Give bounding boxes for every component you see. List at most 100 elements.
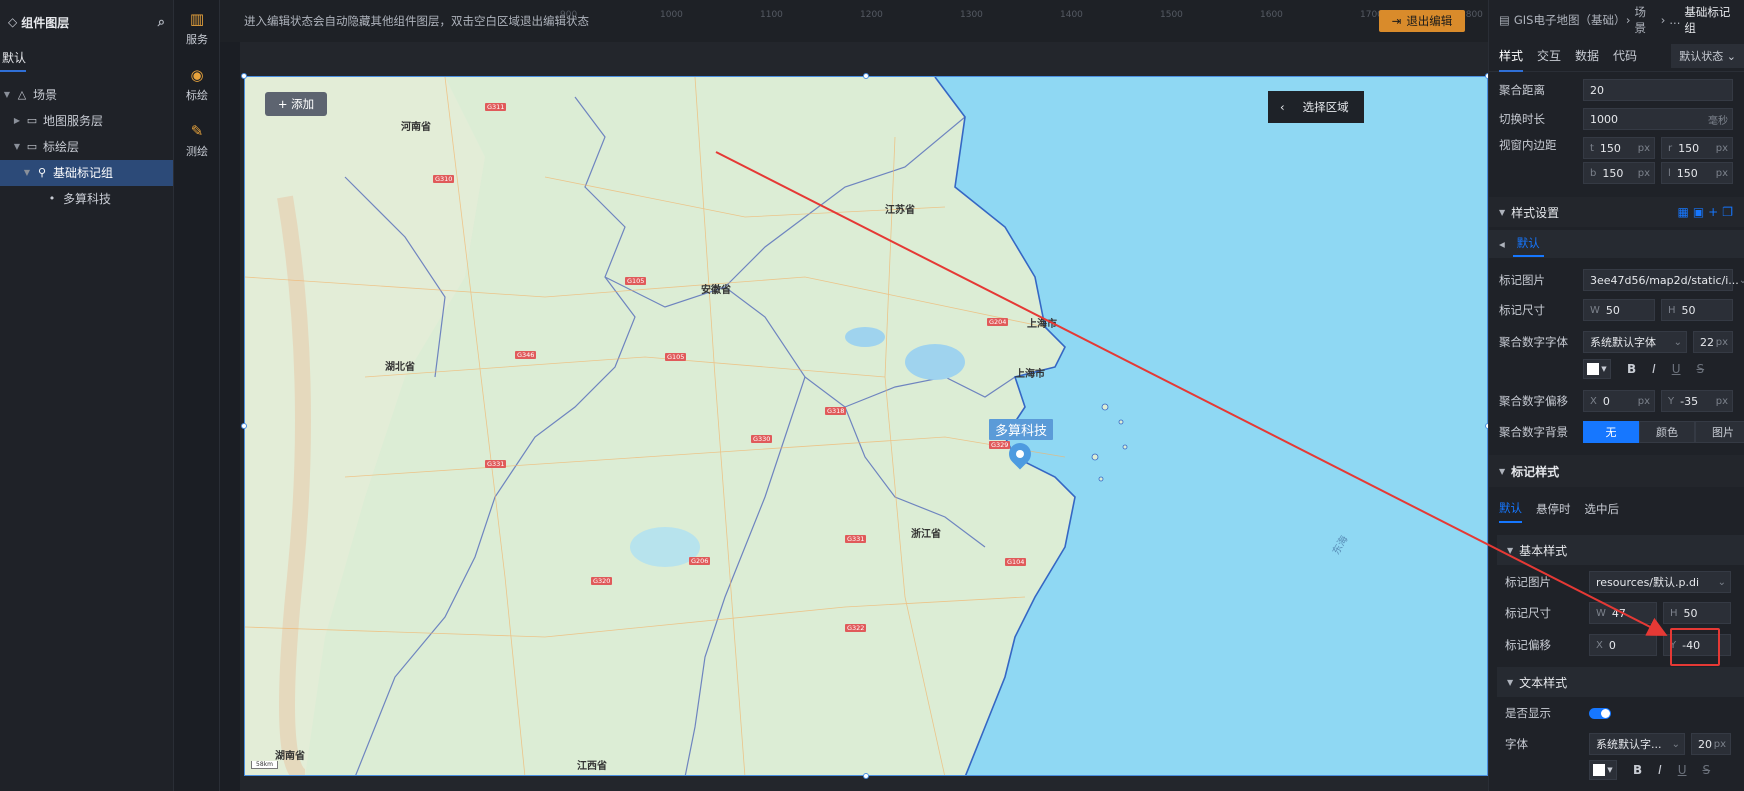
service-button[interactable]: ▥ 服务 bbox=[174, 0, 220, 56]
folder-icon: ▭ bbox=[26, 140, 38, 153]
resize-handle[interactable] bbox=[241, 423, 247, 429]
padding-unit: px bbox=[1637, 167, 1650, 179]
chevron-down-icon: ⌄ bbox=[1738, 274, 1744, 286]
state-dropdown[interactable]: 默认状态 ⌄ bbox=[1671, 43, 1744, 68]
marker-width-value: 50 bbox=[1605, 303, 1620, 317]
chevron-left-icon[interactable]: ◂ bbox=[1499, 237, 1505, 251]
padding-right-input[interactable]: r 150 px bbox=[1661, 137, 1733, 159]
font-size-unit: px bbox=[1715, 336, 1728, 348]
service-label: 服务 bbox=[186, 32, 208, 46]
style-tool-icons[interactable]: ▦▣+❐ bbox=[1678, 205, 1744, 219]
layer-item[interactable]: ▼ ⚲ 基础标记组 bbox=[0, 160, 173, 186]
tab-default-state[interactable]: 默认 bbox=[1512, 231, 1544, 257]
font-color-swatch[interactable]: ▼ bbox=[1589, 760, 1617, 780]
road-marker: G322 bbox=[845, 624, 867, 632]
basic-style-header[interactable]: ▼ 基本样式 bbox=[1497, 535, 1744, 565]
chevron-down-icon[interactable]: ▼ bbox=[20, 160, 34, 186]
road-marker: G206 bbox=[689, 557, 711, 565]
tab-marker-hover[interactable]: 悬停时 bbox=[1536, 501, 1571, 522]
layer-item[interactable]: ▼ ▭ 标绘层 bbox=[0, 134, 173, 160]
cluster-distance-input[interactable]: 20 bbox=[1583, 79, 1733, 101]
editor-canvas[interactable]: 900 1000 1100 1200 1300 1400 1500 1600 1700 1800 … bbox=[220, 0, 1491, 791]
poi-label[interactable]: 多算科技 bbox=[989, 419, 1054, 440]
layer-item-label: 地图服务层 bbox=[43, 114, 104, 128]
search-icon[interactable]: ⌕ bbox=[158, 15, 165, 30]
marker-style-header[interactable]: ▼ 标记样式 bbox=[1489, 455, 1744, 487]
font-size-input[interactable]: 20 px bbox=[1691, 733, 1731, 755]
italic-icon[interactable]: I bbox=[1652, 362, 1656, 376]
tab-data[interactable]: 数据 bbox=[1575, 47, 1599, 64]
cluster-offset-y-input[interactable]: Y -35 px bbox=[1661, 390, 1733, 412]
layer-item[interactable]: • 多算科技 bbox=[0, 186, 173, 212]
chevron-right-icon[interactable]: ▶ bbox=[10, 108, 24, 134]
add-button[interactable]: + 添加 bbox=[265, 92, 327, 116]
underline-icon[interactable]: U bbox=[1672, 362, 1681, 376]
map-icon: ▥ bbox=[189, 9, 205, 28]
tab-interaction[interactable]: 交互 bbox=[1537, 47, 1561, 64]
basic-marker-width-input[interactable]: W 47 bbox=[1589, 602, 1657, 624]
color-swatch[interactable]: ▼ bbox=[1583, 359, 1611, 379]
bold-icon[interactable]: B bbox=[1633, 763, 1642, 777]
underline-icon[interactable]: U bbox=[1678, 763, 1687, 777]
breadcrumb-item[interactable]: ... bbox=[1669, 13, 1680, 27]
map-label: 江西省 bbox=[577, 761, 607, 772]
resize-handle[interactable] bbox=[863, 773, 869, 779]
select-area-button[interactable]: ‹ 选择区域 bbox=[1268, 91, 1364, 123]
bg-none-option[interactable]: 无 bbox=[1583, 421, 1639, 443]
tab-default[interactable]: 默认 bbox=[0, 44, 26, 72]
cluster-font-size-input[interactable]: 22 px bbox=[1693, 331, 1733, 353]
map-view[interactable]: 河南省 江苏省 安徽省 湖北省 上海市 上海市 浙江省 湖南省 江西省 东海 G… bbox=[244, 76, 1488, 776]
show-toggle[interactable] bbox=[1589, 707, 1611, 719]
strikethrough-icon[interactable]: S bbox=[1697, 362, 1705, 376]
padding-bottom-input[interactable]: b 150 px bbox=[1583, 162, 1655, 184]
font-select[interactable]: 系统默认字... ⌄ bbox=[1589, 733, 1685, 755]
bold-icon[interactable]: B bbox=[1627, 362, 1636, 376]
tab-code[interactable]: 代码 bbox=[1613, 47, 1637, 64]
padding-left-input[interactable]: l 150 px bbox=[1661, 162, 1733, 184]
tab-marker-selected[interactable]: 选中后 bbox=[1585, 501, 1620, 522]
chevron-down-icon[interactable]: ▼ bbox=[0, 82, 14, 108]
map-label: 河南省 bbox=[401, 122, 431, 133]
folder-icon: ▭ bbox=[26, 114, 38, 127]
breadcrumb-item[interactable]: 场景 bbox=[1635, 4, 1657, 36]
font-label: 字体 bbox=[1505, 737, 1528, 751]
breadcrumb-item[interactable]: GIS电子地图（基础） bbox=[1514, 12, 1626, 28]
switch-duration-input[interactable]: 1000 毫秒 bbox=[1583, 108, 1733, 130]
offset-unit: px bbox=[1637, 395, 1650, 407]
marker-image-select[interactable]: 3ee47d56/map2d/static/i... ⌄ bbox=[1583, 269, 1744, 291]
basic-marker-height-input[interactable]: H 50 bbox=[1663, 602, 1731, 624]
measure-button[interactable]: ✎ 测绘 bbox=[174, 112, 220, 168]
chevron-down-icon[interactable]: ▼ bbox=[10, 134, 24, 160]
map-base bbox=[245, 77, 1128, 775]
bg-color-option[interactable]: 颜色 bbox=[1639, 421, 1695, 443]
italic-icon[interactable]: I bbox=[1658, 763, 1662, 777]
plot-button[interactable]: ◉ 标绘 bbox=[174, 56, 220, 112]
exit-edit-button[interactable]: ⇥ 退出编辑 bbox=[1379, 10, 1465, 32]
marker-height-input[interactable]: H 50 bbox=[1661, 299, 1733, 321]
text-style-header[interactable]: ▼ 文本样式 bbox=[1497, 667, 1744, 697]
padding-bottom-value: 150 bbox=[1602, 166, 1624, 180]
marker-width-input[interactable]: W 50 bbox=[1583, 299, 1655, 321]
breadcrumb-current: 基础标记组 bbox=[1684, 5, 1731, 35]
map-label: 江苏省 bbox=[885, 205, 915, 216]
resize-handle[interactable] bbox=[241, 73, 247, 79]
cluster-distance-value: 20 bbox=[1590, 83, 1604, 97]
chevron-down-icon: ⌄ bbox=[1671, 738, 1680, 750]
cluster-font-select[interactable]: 系统默认字体 ⌄ bbox=[1583, 331, 1687, 353]
tab-marker-default[interactable]: 默认 bbox=[1499, 500, 1522, 523]
road-marker: G204 bbox=[987, 318, 1009, 326]
style-settings-header[interactable]: ▼ 样式设置 ▦▣+❐ bbox=[1489, 197, 1744, 227]
chevron-down-icon: ▼ bbox=[1507, 545, 1514, 555]
padding-top-input[interactable]: t 150 px bbox=[1583, 137, 1655, 159]
layer-item[interactable]: ▼ △ 场景 bbox=[0, 82, 173, 108]
tab-style[interactable]: 样式 bbox=[1499, 47, 1524, 72]
chevron-down-icon: ▼ bbox=[1507, 677, 1514, 687]
cluster-offset-x-input[interactable]: X 0 px bbox=[1583, 390, 1655, 412]
resize-handle[interactable] bbox=[863, 73, 869, 79]
bg-image-option[interactable]: 图片 bbox=[1695, 421, 1744, 443]
strikethrough-icon[interactable]: S bbox=[1703, 763, 1711, 777]
basic-marker-offset-x-input[interactable]: X0 bbox=[1589, 634, 1657, 656]
cluster-distance-row: 聚合距离 20 bbox=[1499, 79, 1733, 101]
basic-marker-image-select[interactable]: resources/默认.p.di ⌄ bbox=[1589, 571, 1731, 593]
layer-item[interactable]: ▶ ▭ 地图服务层 bbox=[0, 108, 173, 134]
